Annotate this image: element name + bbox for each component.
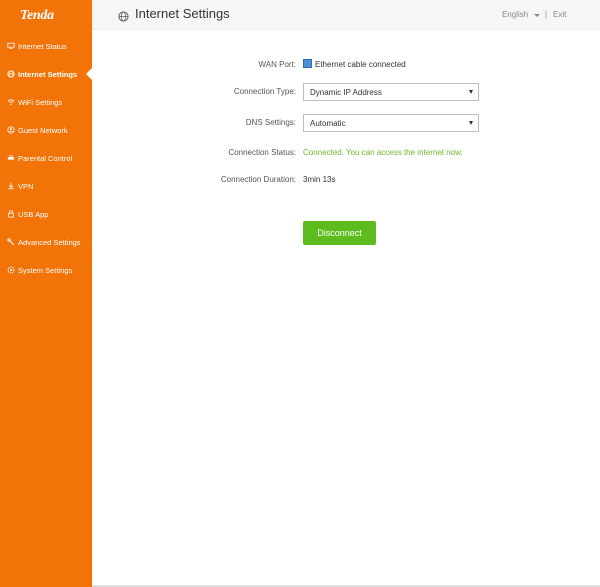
vpn-icon <box>6 182 15 191</box>
guest-network-icon <box>6 126 15 135</box>
sidebar-item-system-settings[interactable]: System Settings <box>0 256 92 284</box>
chevron-down-icon[interactable] <box>534 14 540 17</box>
sidebar-item-label: Internet Status <box>18 41 67 51</box>
sidebar: Tenda Internet Status Internet Settings … <box>0 0 92 587</box>
sidebar-item-internet-status[interactable]: Internet Status <box>0 32 92 60</box>
connection-duration-label: Connection Duration: <box>220 175 296 184</box>
sidebar-nav: Internet Status Internet Settings WiFi S… <box>0 32 92 284</box>
dns-settings-value: Automatic <box>310 118 346 128</box>
sidebar-item-label: WiFi Settings <box>18 97 63 107</box>
sidebar-item-label: Advanced Settings <box>18 237 81 247</box>
wifi-icon <box>6 98 15 107</box>
dns-settings-label: DNS Settings: <box>245 118 296 127</box>
exit-link[interactable]: Exit <box>553 10 566 19</box>
sidebar-item-parental-control[interactable]: Parental Control <box>0 144 92 172</box>
connection-status-label: Connection Status: <box>228 148 296 157</box>
dns-settings-select[interactable]: Automatic <box>303 114 479 132</box>
disconnect-button[interactable]: Disconnect <box>303 221 376 245</box>
connection-type-value: Dynamic IP Address <box>310 87 382 97</box>
sidebar-item-guest-network[interactable]: Guest Network <box>0 116 92 144</box>
page-title: Internet Settings <box>135 6 230 21</box>
header-bar: Internet Settings English | Exit <box>92 0 600 30</box>
ethernet-icon <box>303 59 312 68</box>
wan-port-value: Ethernet cable connected <box>315 60 406 69</box>
connection-status-value: Connected. You can access the internet n… <box>303 148 463 157</box>
language-select[interactable]: English <box>502 10 528 19</box>
chevron-down-icon <box>469 90 473 94</box>
tenda-logo: Tenda <box>20 8 54 23</box>
sidebar-item-label: VPN <box>18 181 34 191</box>
sidebar-item-label: Parental Control <box>18 153 73 163</box>
globe-icon <box>118 9 129 22</box>
sidebar-item-usb-app[interactable]: USB App <box>0 200 92 228</box>
wrench-icon <box>6 238 15 247</box>
header-divider: | <box>545 10 548 19</box>
gear-icon <box>6 266 15 275</box>
parental-control-icon <box>6 154 15 163</box>
sidebar-item-internet-settings[interactable]: Internet Settings <box>0 60 92 88</box>
sidebar-item-label: Guest Network <box>18 125 68 135</box>
sidebar-item-vpn[interactable]: VPN <box>0 172 92 200</box>
monitor-icon <box>6 42 15 51</box>
sidebar-item-label: USB App <box>18 209 49 219</box>
connection-duration-value: 3min 13s <box>303 175 336 184</box>
usb-icon <box>6 210 15 219</box>
chevron-down-icon <box>469 121 473 125</box>
globe-icon <box>6 70 15 79</box>
sidebar-item-label: Internet Settings <box>18 69 78 79</box>
sidebar-item-advanced-settings[interactable]: Advanced Settings <box>0 228 92 256</box>
wan-port-label: WAN Port: <box>258 60 296 69</box>
connection-type-label: Connection Type: <box>233 87 296 96</box>
sidebar-item-wifi-settings[interactable]: WiFi Settings <box>0 88 92 116</box>
connection-type-select[interactable]: Dynamic IP Address <box>303 83 479 101</box>
sidebar-item-label: System Settings <box>18 265 73 275</box>
